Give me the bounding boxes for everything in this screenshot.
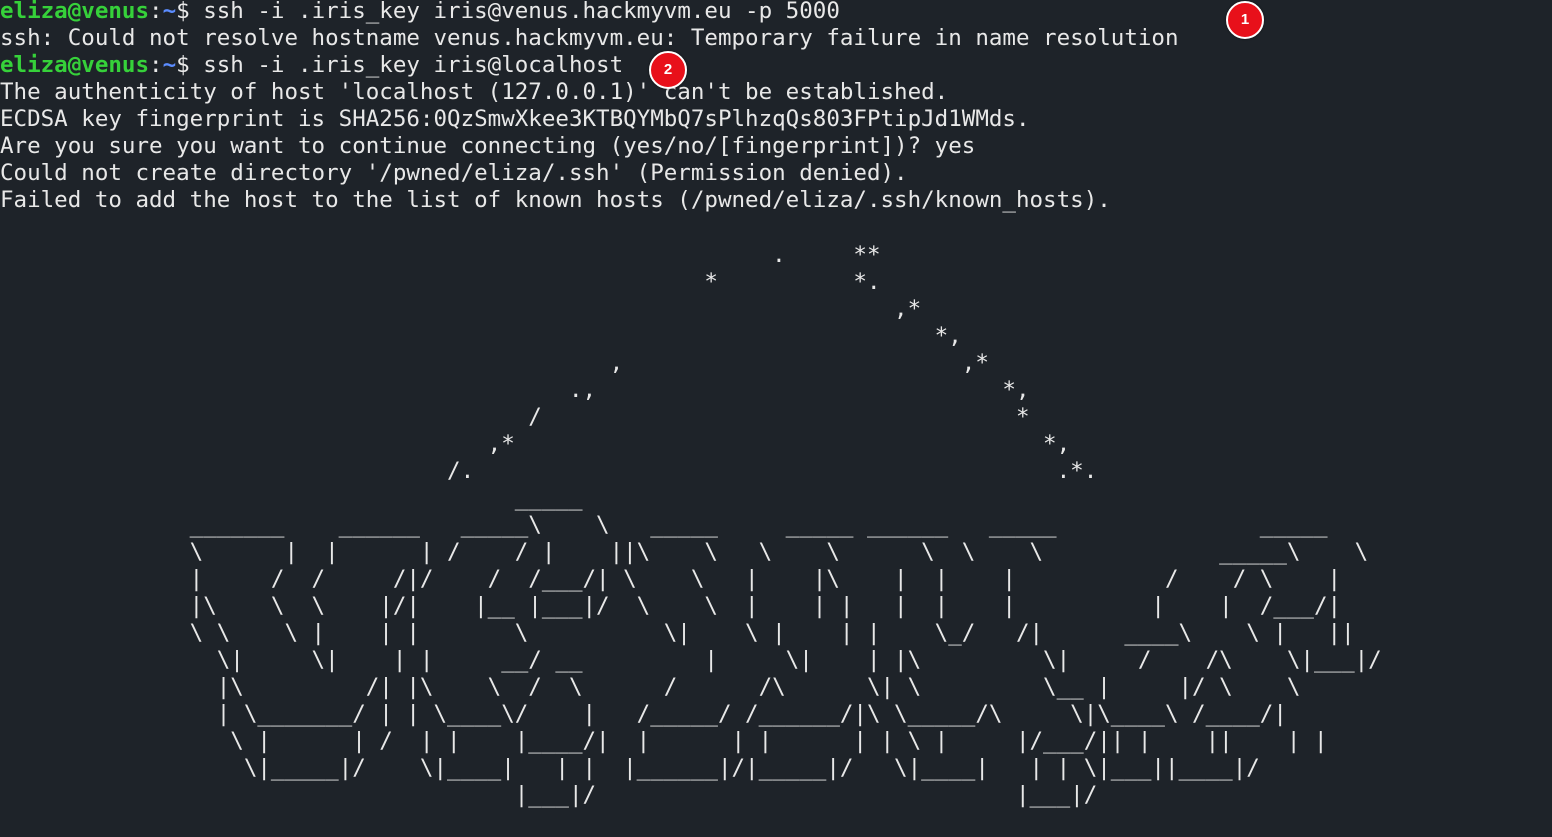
prompt-user: eliza@venus — [0, 0, 150, 24]
prompt-colon: : — [149, 0, 163, 24]
venus-ascii-banner: . ** * *. ,* *, , ,* ., *, / * ,* *, /. … — [189, 242, 1382, 808]
prompt-colon: : — [149, 52, 163, 78]
annotation-marker-1: 1 — [1226, 1, 1264, 39]
command-text: ssh -i .iris_key iris@localhost — [203, 52, 624, 78]
prompt-user: eliza@venus — [0, 52, 150, 78]
prompt-symbol: $ — [176, 52, 204, 78]
prompt-symbol: $ — [176, 0, 204, 24]
annotation-marker-2: 2 — [649, 51, 687, 89]
terminal-window[interactable]: eliza@venus:~$ ssh -i .iris_key iris@ven… — [0, 0, 1552, 837]
prompt-line: eliza@venus:~$ ssh -i .iris_key iris@ven… — [0, 0, 840, 25]
output-line: ECDSA key fingerprint is SHA256:0QzSmwXk… — [0, 106, 1030, 132]
output-line: ssh: Could not resolve hostname venus.ha… — [0, 25, 1179, 51]
output-line: Failed to add the host to the list of kn… — [0, 187, 1111, 213]
prompt-path: ~ — [162, 0, 177, 24]
prompt-path: ~ — [162, 52, 177, 78]
command-text: ssh -i .iris_key iris@venus.hackmyvm.eu … — [203, 0, 840, 24]
output-line: The authenticity of host 'localhost (127… — [0, 79, 949, 105]
output-line: Could not create directory '/pwned/eliza… — [0, 160, 908, 186]
output-line: Are you sure you want to continue connec… — [0, 133, 976, 159]
prompt-line: eliza@venus:~$ ssh -i .iris_key iris@loc… — [0, 52, 623, 79]
